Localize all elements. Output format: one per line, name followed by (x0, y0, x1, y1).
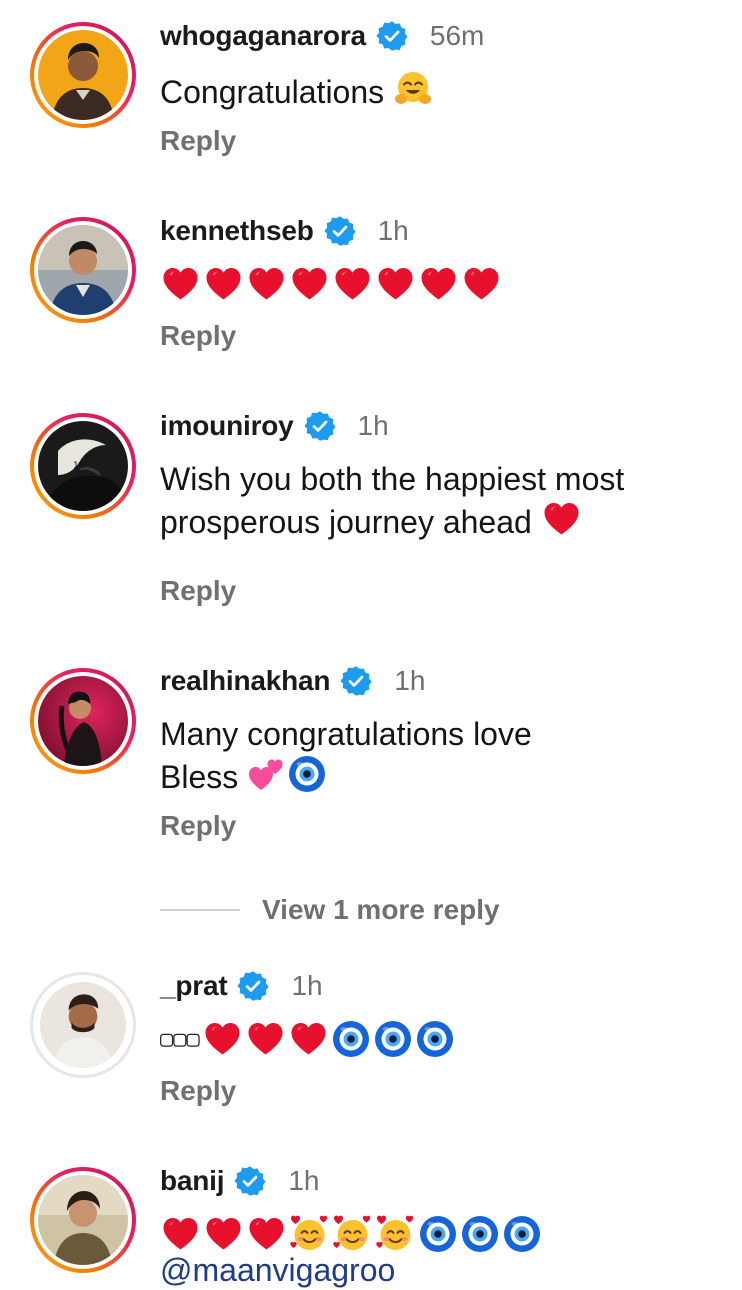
timestamp: 1h (377, 215, 409, 246)
timestamp: 1h (357, 410, 389, 441)
reply-button[interactable]: Reply (160, 810, 236, 842)
red-heart-emoji-icon (288, 1019, 329, 1059)
nazar-amulet-emoji-icon (415, 1019, 455, 1059)
red-heart-emoji-icon (332, 264, 373, 304)
avatar-story-ring[interactable]: 16 (30, 413, 136, 519)
missing-glyph-text: ▢▢▢ (160, 1026, 200, 1052)
mention-link[interactable]: @maanvigagroo (160, 1250, 395, 1290)
reply-button[interactable]: Reply (160, 1075, 236, 1107)
reply-button[interactable]: Reply (160, 125, 236, 157)
username[interactable]: imouniroy (160, 410, 294, 442)
comment-emojis (160, 264, 504, 304)
timestamp: 1h (288, 1165, 320, 1196)
comment-emojis: ▢▢▢ (160, 1019, 457, 1059)
verified-badge-icon (304, 410, 336, 442)
view-more-replies-button[interactable]: View 1 more reply (160, 890, 500, 930)
hugging-face-emoji-icon (393, 69, 433, 109)
avatar (38, 1175, 128, 1265)
avatar-ring[interactable] (30, 972, 136, 1078)
avatar: 16 (38, 421, 128, 511)
red-heart-emoji-icon (203, 264, 244, 304)
nazar-amulet-emoji-icon (502, 1214, 542, 1254)
avatar (38, 676, 128, 766)
two-hearts-emoji-icon (247, 754, 287, 794)
username[interactable]: banij (160, 1165, 225, 1197)
username[interactable]: realhinakhan (160, 665, 331, 697)
verified-badge-icon (237, 970, 269, 1002)
comment-text: Wish you both the happiest most prospero… (160, 461, 625, 540)
red-heart-emoji-icon (203, 1214, 244, 1254)
avatar (38, 225, 128, 315)
red-heart-emoji-icon (375, 264, 416, 304)
smiling-face-with-hearts-emoji-icon (289, 1214, 330, 1254)
smiling-face-with-hearts-emoji-icon (332, 1214, 373, 1254)
comment-text: Many congratulations love Bless (160, 716, 532, 795)
red-heart-emoji-icon (160, 1214, 201, 1254)
username[interactable]: whogaganarora (160, 20, 366, 52)
username[interactable]: _prat (160, 970, 228, 1002)
avatar-story-ring[interactable] (30, 217, 136, 323)
reply-button[interactable]: Reply (160, 575, 236, 607)
verified-badge-icon (340, 665, 372, 697)
comment-emojis (160, 1214, 544, 1254)
nazar-amulet-emoji-icon (418, 1214, 458, 1254)
red-heart-emoji-icon (246, 264, 287, 304)
smiling-face-with-hearts-emoji-icon (375, 1214, 416, 1254)
avatar (40, 982, 126, 1068)
timestamp: 1h (394, 665, 426, 696)
timestamp: 56m (429, 20, 485, 51)
red-heart-emoji-icon (202, 1019, 243, 1059)
avatar-story-ring[interactable] (30, 668, 136, 774)
red-heart-emoji-icon (461, 264, 502, 304)
verified-badge-icon (324, 215, 356, 247)
divider (160, 909, 240, 911)
username[interactable]: kennethseb (160, 215, 314, 247)
nazar-amulet-emoji-icon (460, 1214, 500, 1254)
red-heart-emoji-icon (541, 499, 582, 539)
view-more-replies-label: View 1 more reply (262, 894, 500, 925)
avatar (38, 30, 128, 120)
reply-button[interactable]: Reply (160, 320, 236, 352)
svg-text:16: 16 (73, 461, 85, 471)
timestamp: 1h (291, 970, 323, 1001)
red-heart-emoji-icon (289, 264, 330, 304)
nazar-amulet-emoji-icon (331, 1019, 371, 1059)
red-heart-emoji-icon (246, 1214, 287, 1254)
comment-text: Congratulations (160, 69, 720, 112)
nazar-amulet-emoji-icon (373, 1019, 413, 1059)
red-heart-emoji-icon (418, 264, 459, 304)
red-heart-emoji-icon (245, 1019, 286, 1059)
verified-badge-icon (376, 20, 408, 52)
verified-badge-icon (234, 1165, 266, 1197)
nazar-amulet-emoji-icon (287, 754, 327, 794)
red-heart-emoji-icon (160, 264, 201, 304)
avatar-story-ring[interactable] (30, 22, 136, 128)
avatar-story-ring[interactable] (30, 1167, 136, 1273)
